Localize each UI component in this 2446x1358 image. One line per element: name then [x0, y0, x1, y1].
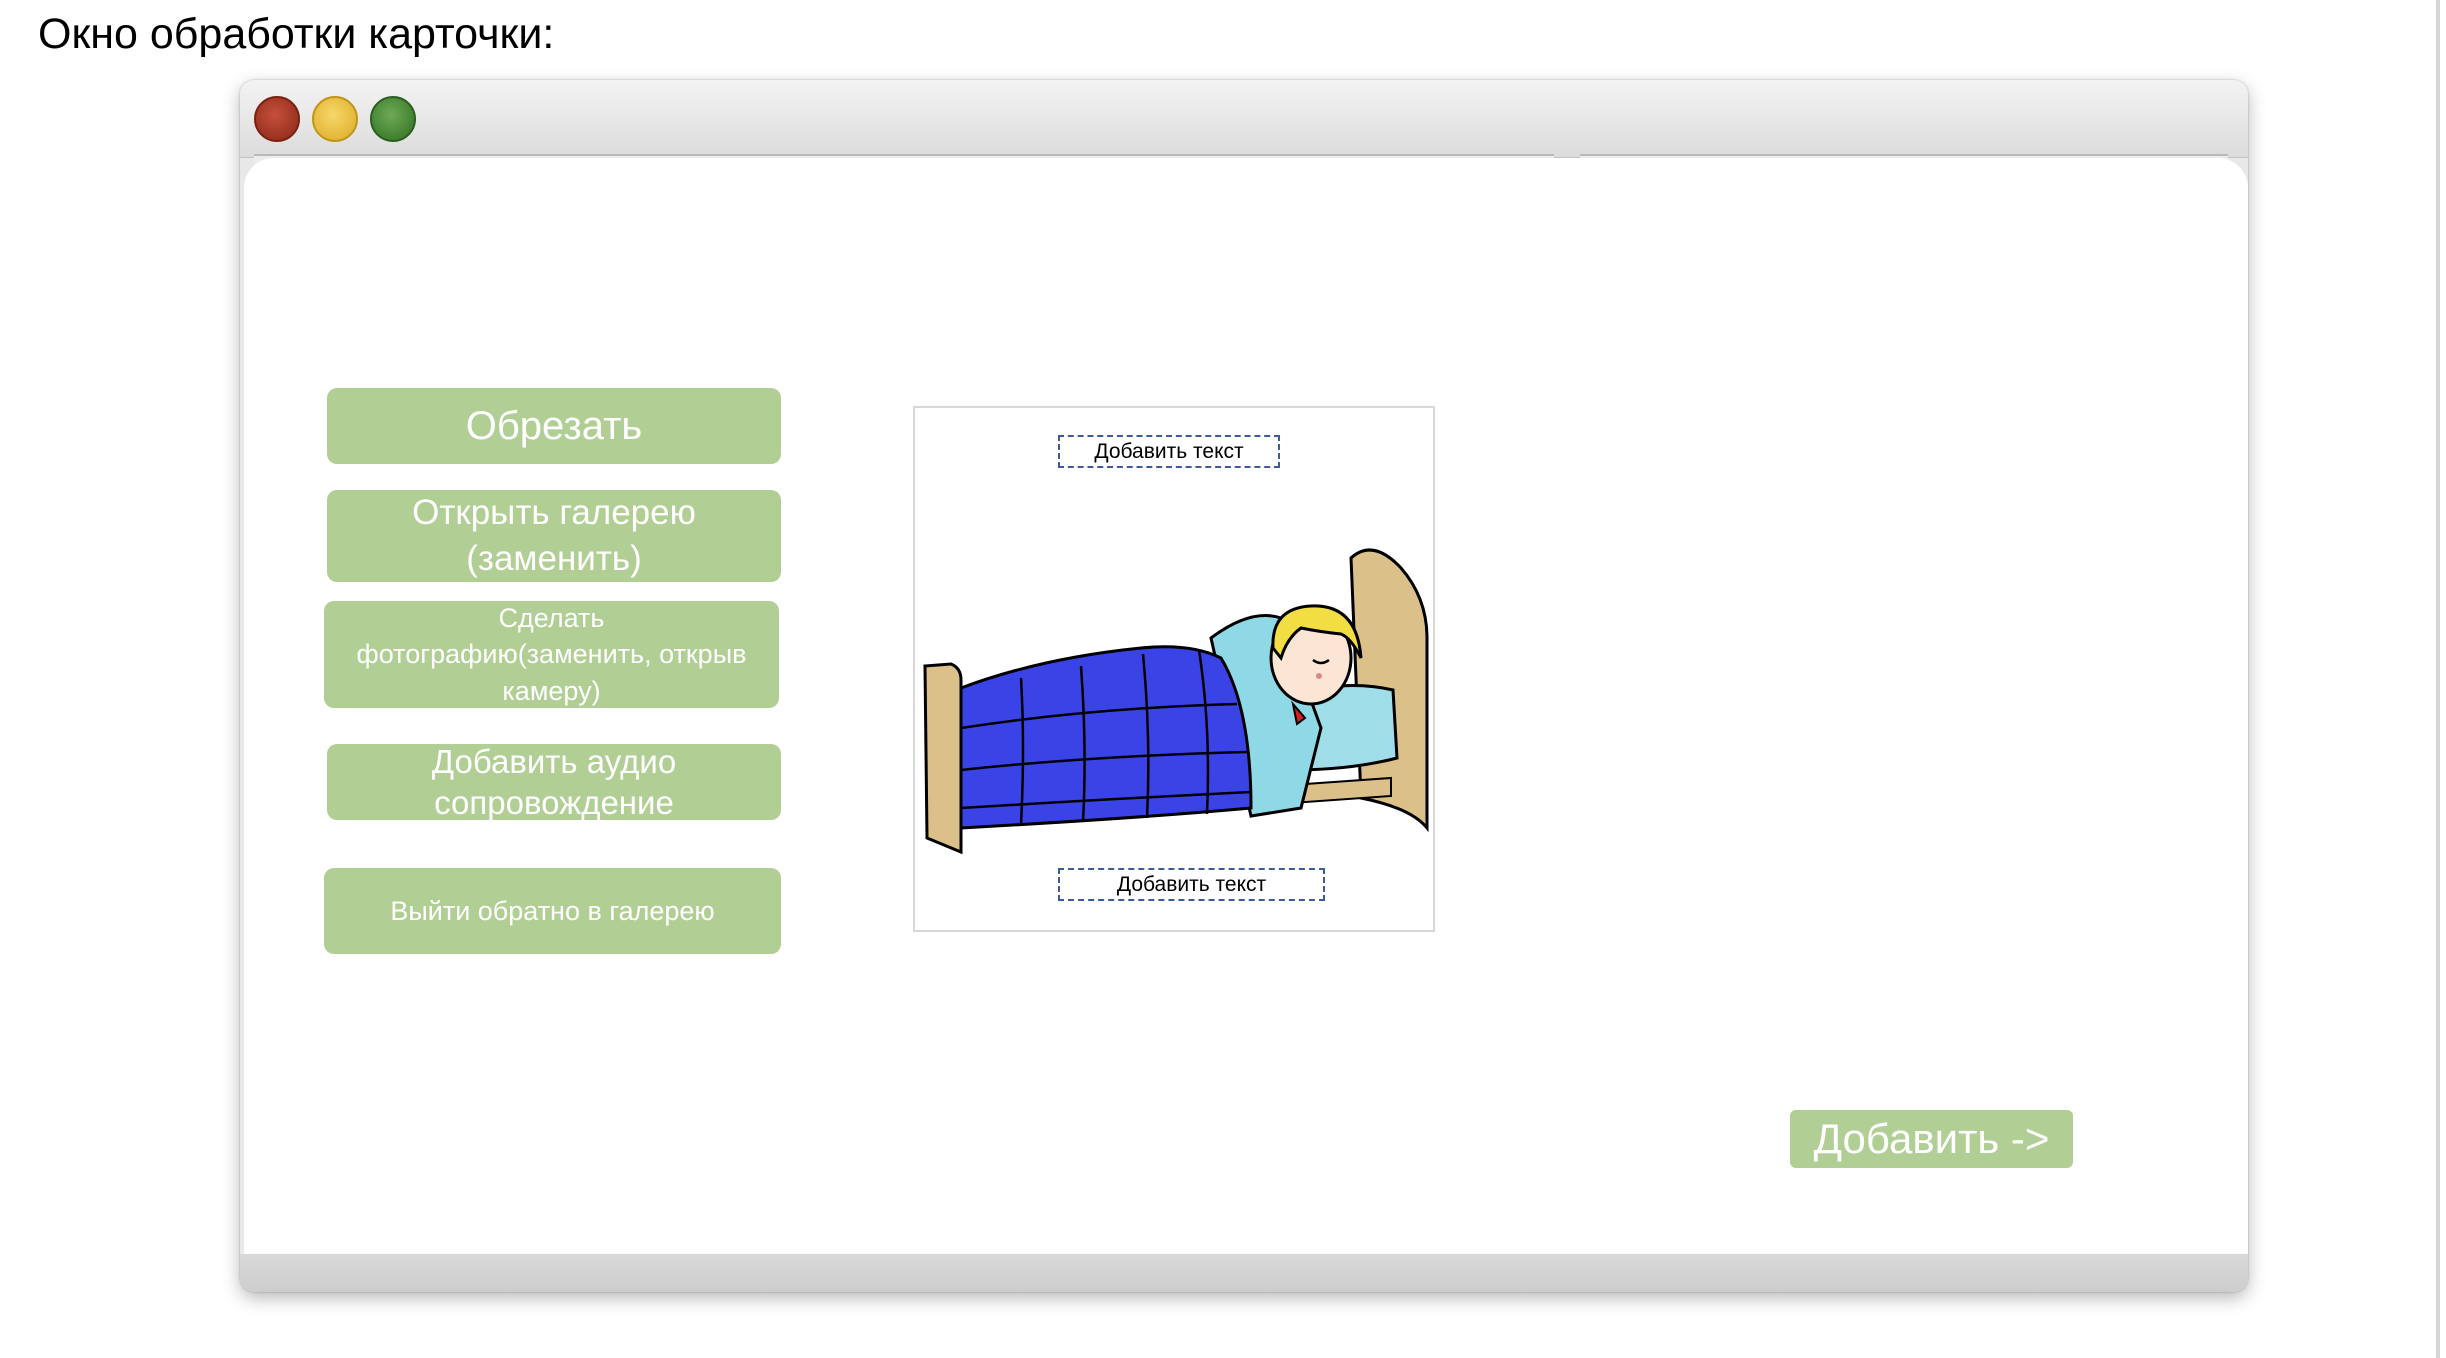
take-photo-button[interactable]: Сделать фотографию(заменить, открыв каме… [324, 601, 779, 708]
close-window-icon[interactable] [254, 96, 300, 142]
back-to-gallery-button[interactable]: Выйти обратно в галерею [324, 868, 781, 954]
maximize-window-icon[interactable] [370, 96, 416, 142]
sleeping-child-icon [923, 548, 1429, 855]
card-preview: Добавить текст Добавить текст [913, 406, 1435, 932]
page-right-rule [2436, 0, 2440, 1358]
window-statusbar [240, 1254, 2248, 1292]
minimize-window-icon[interactable] [312, 96, 358, 142]
card-bottom-text-field[interactable]: Добавить текст [1058, 868, 1325, 901]
page: Окно обработки карточки: Обрезать Открыт… [0, 0, 2446, 1358]
page-heading: Окно обработки карточки: [38, 10, 555, 58]
add-audio-button[interactable]: Добавить аудио сопровождение [327, 743, 781, 821]
open-gallery-button[interactable]: Открыть галерею (заменить) [327, 490, 781, 582]
card-top-text-field[interactable]: Добавить текст [1058, 435, 1280, 468]
crop-button[interactable]: Обрезать [327, 388, 781, 464]
window-titlebar [240, 80, 2248, 166]
add-card-button[interactable]: Добавить -> [1790, 1110, 2073, 1168]
